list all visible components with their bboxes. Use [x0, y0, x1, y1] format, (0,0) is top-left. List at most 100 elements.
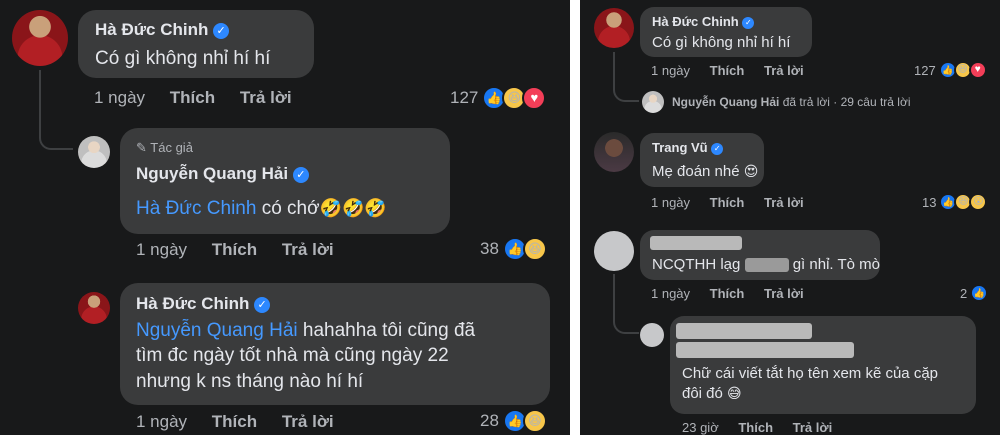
- reply-button[interactable]: Trả lời: [793, 420, 833, 435]
- reaction-summary[interactable]: 127 👍 😆 ♥: [450, 86, 547, 110]
- view-replies-link[interactable]: Nguyễn Quang Hải đã trả lời · 29 câu trả…: [672, 95, 911, 109]
- comment-author[interactable]: Hà Đức Chinh ✓: [95, 20, 230, 40]
- avatar[interactable]: [594, 231, 634, 271]
- replier-name[interactable]: Nguyễn Quang Hải: [672, 95, 779, 109]
- reaction-count: 127: [914, 62, 936, 78]
- replies-action: đã trả lời: [782, 95, 830, 109]
- reply-button[interactable]: Trả lời: [764, 63, 804, 78]
- like-button[interactable]: Thích: [710, 286, 745, 301]
- comment-text: Mẹ đoán nhé 😍: [652, 162, 758, 182]
- comment-text: Hà Đức Chinh có chớ🤣🤣🤣: [136, 196, 387, 221]
- author-name[interactable]: Nguyễn Quang Hải: [136, 164, 288, 183]
- pencil-icon: ✎: [136, 140, 147, 155]
- reaction-count: 28: [480, 411, 499, 430]
- comment-time[interactable]: 1 ngày: [136, 240, 187, 260]
- comment-text: Chữ cái viết tắt họ tên xem kẽ của cặp đ…: [682, 364, 938, 404]
- comment-author[interactable]: Hà Đức Chinh ✓: [136, 294, 271, 314]
- verified-icon: ✓: [711, 142, 724, 155]
- reaction-summary[interactable]: 13 👍 😆 😮: [922, 193, 988, 211]
- comment-time[interactable]: 1 ngày: [136, 412, 187, 432]
- love-reaction-icon: ♥: [968, 61, 987, 79]
- replies-count[interactable]: 29 câu trả lời: [841, 95, 911, 109]
- comment-actions: 23 giờ Thích Trả lời: [682, 420, 832, 435]
- comment-text-line: Chữ cái viết tắt họ tên xem kẽ của cặp: [682, 365, 939, 382]
- avatar[interactable]: [594, 132, 634, 172]
- comment-author[interactable]: Nguyễn Quang Hải ✓: [136, 164, 309, 184]
- comment-text: Có gì không nhỉ hí hí: [652, 34, 791, 51]
- author-name[interactable]: Trang Vũ: [652, 140, 708, 155]
- comment-time[interactable]: 1 ngày: [651, 63, 690, 78]
- thread-line: [613, 274, 639, 334]
- haha-reaction-icon: 😆: [522, 237, 547, 261]
- comment-text-line: tìm đc ngày tốt nhà mà cũng ngày 22: [136, 345, 449, 367]
- author-badge-label: Tác giả: [150, 140, 193, 155]
- separator: ·: [833, 95, 838, 109]
- wow-reaction-icon: 😮: [969, 193, 988, 211]
- comment-text-body: Mẹ đoán nhé: [652, 163, 740, 180]
- reaction-summary[interactable]: 28 👍 😆: [480, 409, 547, 433]
- comment-text-body: gì nhỉ. Tò mò: [792, 256, 880, 273]
- like-button[interactable]: Thích: [212, 240, 257, 260]
- like-button[interactable]: Thích: [738, 420, 773, 435]
- reply-button[interactable]: Trả lời: [764, 286, 804, 301]
- reaction-summary[interactable]: 38 👍 😆: [480, 237, 547, 261]
- comment-text: NCQTHH lạg gì nhỉ. Tò mò: [652, 255, 880, 275]
- haha-reaction-icon: 😆: [522, 409, 547, 433]
- comment-actions: 1 ngày Thích Trả lời: [651, 63, 804, 78]
- like-button[interactable]: Thích: [212, 412, 257, 432]
- comment-time[interactable]: 1 ngày: [94, 88, 145, 108]
- avatar[interactable]: [78, 292, 110, 324]
- author-name[interactable]: Hà Đức Chinh: [652, 14, 739, 29]
- love-reaction-icon: ♥: [522, 86, 547, 110]
- comment-actions: 1 ngày Thích Trả lời: [651, 195, 804, 210]
- comment-text-line: đôi đó 😅: [682, 384, 938, 404]
- reply-button[interactable]: Trả lời: [282, 412, 334, 432]
- comment-author[interactable]: Hà Đức Chinh ✓: [652, 14, 755, 29]
- comment-text: Có gì không nhỉ hí hí: [95, 48, 271, 69]
- comment-text-line: Nguyễn Quang Hải hahahha tôi cũng đã: [136, 318, 475, 343]
- thread-line: [39, 70, 73, 150]
- mention-link[interactable]: Nguyễn Quang Hải: [136, 320, 298, 341]
- comment-time[interactable]: 1 ngày: [651, 286, 690, 301]
- reply-button[interactable]: Trả lời: [282, 240, 334, 260]
- redacted-author-name: [676, 323, 812, 339]
- comment-author[interactable]: Trang Vũ ✓: [652, 140, 724, 155]
- like-button[interactable]: Thích: [170, 88, 215, 108]
- comment-actions: 1 ngày Thích Trả lời: [94, 88, 292, 108]
- redacted-text: [676, 342, 854, 358]
- comment-text-body: có chớ: [256, 198, 320, 219]
- sweat-smile-emoji: 😅: [727, 384, 742, 401]
- reaction-summary[interactable]: 2 👍: [960, 284, 989, 302]
- rofl-emoji: 🤣🤣🤣: [319, 198, 387, 218]
- avatar[interactable]: [78, 136, 110, 168]
- reply-button[interactable]: Trả lời: [764, 195, 804, 210]
- author-name[interactable]: Hà Đức Chinh: [136, 294, 249, 313]
- mention-link[interactable]: Hà Đức Chinh: [136, 198, 256, 219]
- avatar[interactable]: [12, 10, 68, 66]
- redacted-author-name: [650, 236, 742, 250]
- comment-actions: 1 ngày Thích Trả lời: [136, 240, 334, 260]
- comment-text-body: NCQTHH lạg: [652, 256, 741, 273]
- comment-text-line: nhưng k ns tháng nào hí hí: [136, 370, 364, 392]
- comment-actions: 1 ngày Thích Trả lời: [136, 412, 334, 432]
- comment-actions: 1 ngày Thích Trả lời: [651, 286, 804, 301]
- verified-icon: ✓: [213, 22, 230, 39]
- reaction-summary[interactable]: 127 👍 😆 ♥: [914, 61, 987, 79]
- like-button[interactable]: Thích: [710, 63, 745, 78]
- comment-time[interactable]: 23 giờ: [682, 420, 719, 435]
- avatar[interactable]: [640, 323, 664, 347]
- avatar[interactable]: [594, 8, 634, 48]
- reaction-count: 2: [960, 285, 968, 301]
- reaction-count: 127: [450, 88, 479, 107]
- comment-text-body: hahahha tôi cũng đã: [297, 320, 476, 341]
- comment-text: Nguyễn Quang Hải hahahha tôi cũng đã tìm…: [136, 318, 475, 394]
- author-name[interactable]: Hà Đức Chinh: [95, 20, 208, 39]
- right-comment-panel: Hà Đức Chinh ✓ Có gì không nhỉ hí hí 1 n…: [580, 0, 1000, 435]
- like-button[interactable]: Thích: [710, 195, 745, 210]
- like-reaction-icon: 👍: [970, 284, 989, 302]
- heart-eyes-emoji: 😍: [743, 163, 759, 179]
- avatar[interactable]: [642, 91, 664, 113]
- comment-time[interactable]: 1 ngày: [651, 195, 690, 210]
- reaction-count: 38: [480, 239, 499, 258]
- reply-button[interactable]: Trả lời: [240, 88, 292, 108]
